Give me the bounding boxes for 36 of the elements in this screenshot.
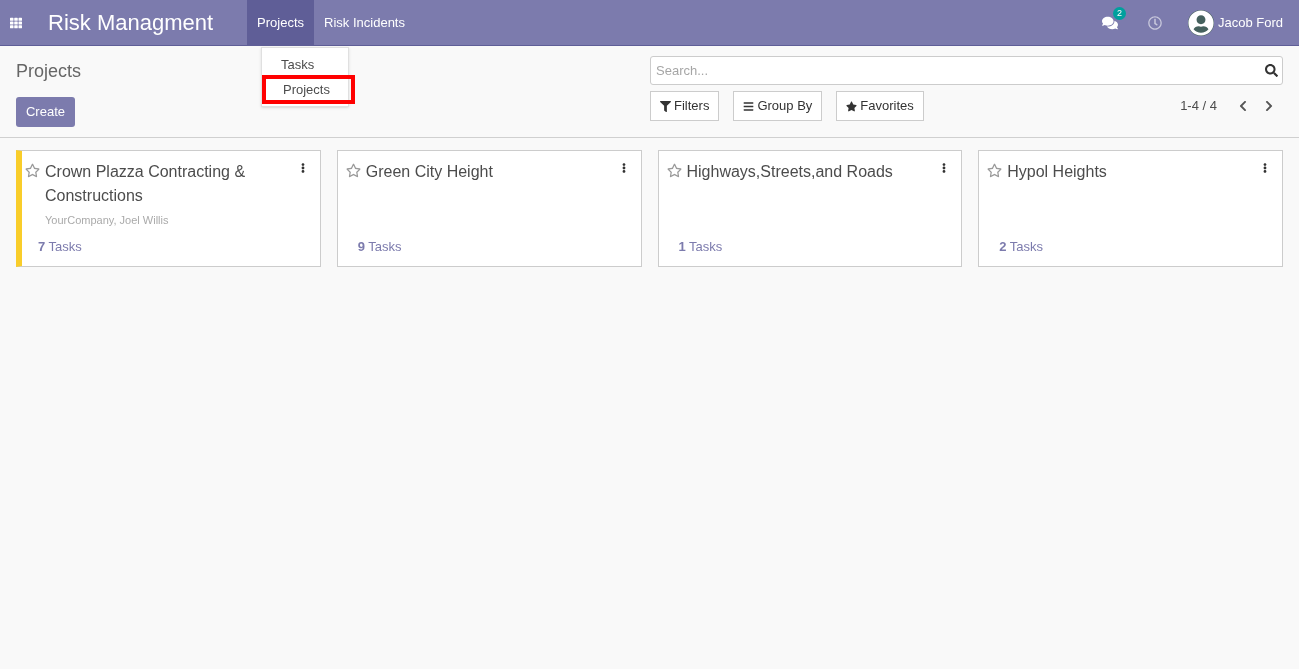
tasks-link[interactable]: 9 Tasks <box>357 236 402 256</box>
search-field[interactable]: Search... <box>650 56 1283 85</box>
project-card[interactable]: Crown Plazza Contracting & Constructions YourCompany, Joel Willis 7 Tasks <box>16 150 321 267</box>
dropdown-item[interactable]: Tasks <box>262 52 348 77</box>
next-icon[interactable] <box>1263 100 1275 112</box>
pager-value: 1-4 / 4 <box>1180 97 1217 116</box>
project-name: Crown Plazza Contracting & Constructions <box>45 162 247 206</box>
project-subtitle: YourCompany, Joel Willis <box>45 213 170 228</box>
avatar-icon[interactable] <box>1187 9 1214 36</box>
chat-icon[interactable] <box>1101 14 1118 31</box>
app-title: Risk Managment <box>48 9 214 37</box>
filter-button[interactable]: Filters <box>650 91 720 121</box>
apps-menu-icon[interactable] <box>10 16 22 29</box>
user-name[interactable]: Jacob Ford <box>1217 12 1283 33</box>
filter-icon <box>660 100 671 112</box>
tasks-link[interactable]: 2 Tasks <box>999 236 1044 256</box>
tasks-link[interactable]: 7 Tasks <box>38 236 82 256</box>
menu-item[interactable]: Risk Incidents <box>314 0 415 45</box>
filter-button[interactable]: Favorites <box>836 91 924 121</box>
tasks-link[interactable]: 1 Tasks <box>678 236 723 256</box>
project-card[interactable]: Highways,Streets,and Roads 1 Tasks <box>657 150 963 267</box>
previous-icon[interactable] <box>1237 100 1249 112</box>
project-card[interactable]: Green City Height 9 Tasks <box>336 150 642 267</box>
project-name: Highways,Streets,and Roads <box>686 162 894 182</box>
project-name: Hypol Heights <box>1007 162 1108 182</box>
dropdown-item[interactable]: Projects <box>264 77 353 102</box>
filter-button[interactable]: Group By <box>733 91 823 121</box>
create-button[interactable]: Create <box>16 97 75 127</box>
project-name: Green City Height <box>365 162 494 182</box>
list-icon <box>743 100 755 112</box>
project-card[interactable]: Hypol Heights 2 Tasks <box>978 150 1283 267</box>
star-icon <box>846 100 858 112</box>
menu-item[interactable]: Projects <box>247 0 315 45</box>
breadcrumb: Projects <box>16 60 82 83</box>
message-count-badge: 2 <box>1112 6 1126 20</box>
search-icon[interactable] <box>1265 64 1278 77</box>
